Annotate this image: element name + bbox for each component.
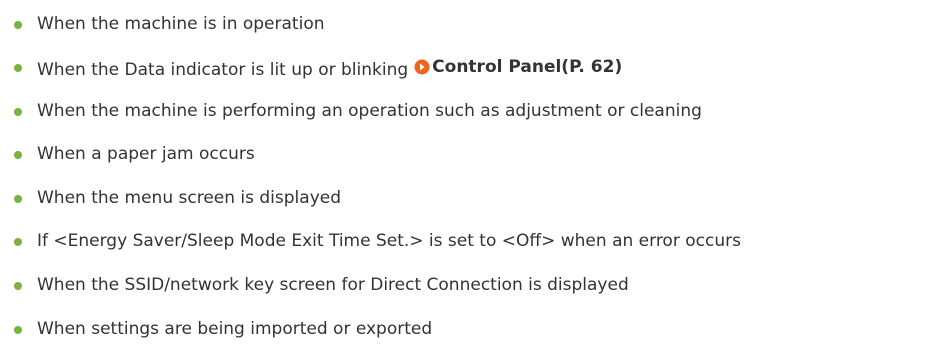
bullet-dot-icon [14, 195, 22, 203]
list-item-text: When the machine is performing an operat… [37, 101, 702, 121]
control-panel-link[interactable]: Control Panel(P. 62) [414, 55, 622, 79]
list-item-text: When the machine is in operation [37, 14, 325, 34]
list-item-text: If <Energy Saver/Sleep Mode Exit Time Se… [37, 231, 741, 251]
list-item-text: When the menu screen is displayed [37, 188, 342, 208]
bullet-dot-icon [14, 64, 22, 72]
list-item-text: When a paper jam occurs [37, 144, 255, 164]
bullet-dot-icon [14, 238, 22, 246]
bullet-dot-icon [14, 108, 22, 116]
bullet-dot-icon [14, 326, 22, 334]
list-item-text: When the Data indicator is lit up or bli… [37, 60, 409, 80]
bullet-dot-icon [14, 21, 22, 29]
control-panel-link-label: Control Panel(P. 62) [432, 57, 623, 77]
list-item-text: When the SSID/network key screen for Dir… [37, 275, 629, 295]
arrow-right-circle-icon [414, 59, 430, 75]
bullet-dot-icon [14, 151, 22, 159]
bullet-dot-icon [14, 282, 22, 290]
list-item-text: When settings are being imported or expo… [37, 319, 433, 339]
